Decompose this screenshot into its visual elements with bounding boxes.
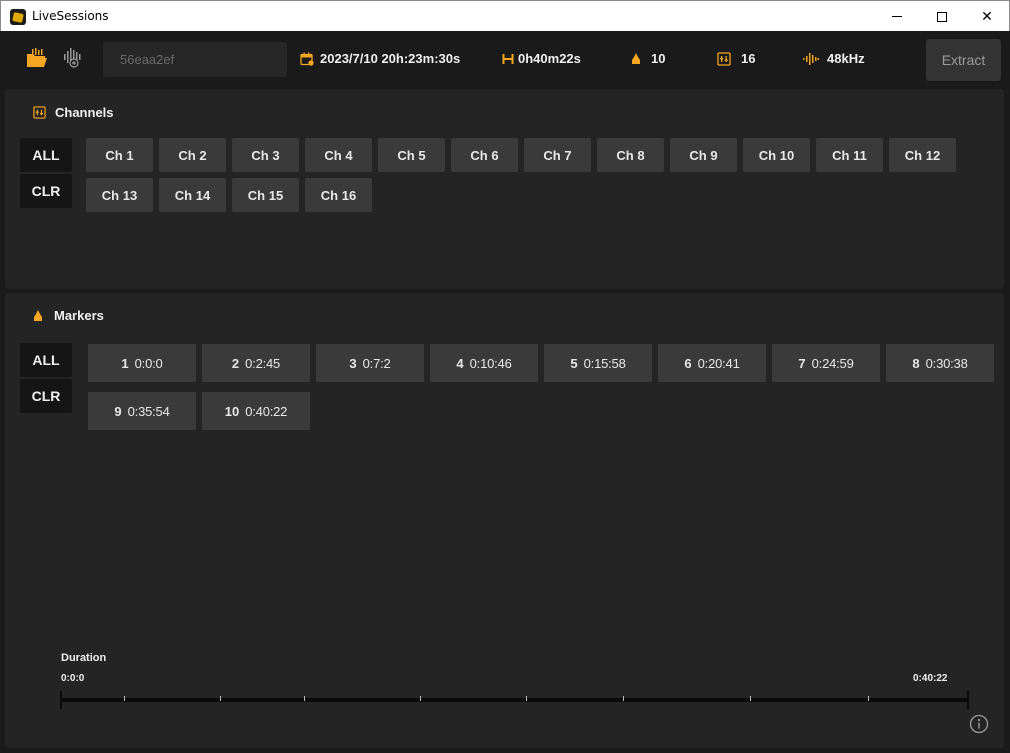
marker-button[interactable]: 7 0:24:59 xyxy=(772,344,880,382)
timeline-marker-tick xyxy=(750,696,751,701)
marker-button[interactable]: 10 0:40:22 xyxy=(202,392,310,430)
maximize-button[interactable] xyxy=(919,1,965,32)
timeline-label: Duration xyxy=(61,652,107,664)
channel-button[interactable]: Ch 11 xyxy=(816,138,883,172)
channel-button[interactable]: Ch 4 xyxy=(305,138,372,172)
timeline-start-time: 0:0:0 xyxy=(61,673,85,684)
channel-button[interactable]: Ch 12 xyxy=(889,138,956,172)
marker-time: 0:2:45 xyxy=(245,355,281,371)
timeline-start-cap xyxy=(60,691,62,709)
marker-icon xyxy=(33,309,43,322)
channel-button[interactable]: Ch 15 xyxy=(232,178,299,212)
markers-panel: Markers ALL CLR 1 0:0:0 2 0:2:45 3 0:7:2 4 0:10… xyxy=(5,293,1004,748)
channel-button[interactable]: Ch 8 xyxy=(597,138,664,172)
marker-number: 8 xyxy=(912,355,920,371)
marker-number: 6 xyxy=(684,355,692,371)
duration-icon xyxy=(502,53,514,65)
channel-button[interactable]: Ch 10 xyxy=(743,138,810,172)
marker-number: 5 xyxy=(570,355,578,371)
marker-time: 0:35:54 xyxy=(127,403,170,419)
marker-time: 0:10:46 xyxy=(469,355,512,371)
timeline-marker-tick xyxy=(868,696,869,701)
timeline-end-cap xyxy=(967,691,969,709)
markers-all-button[interactable]: ALL xyxy=(20,343,72,377)
session-date: 2023/7/10 20h:23m:30s xyxy=(300,51,460,66)
title-bar: LiveSessions ✕ xyxy=(0,0,1010,31)
timeline-marker-tick xyxy=(420,696,421,701)
close-icon: ✕ xyxy=(981,8,993,25)
open-folder-icon[interactable] xyxy=(26,48,48,73)
channel-button[interactable]: Ch 14 xyxy=(159,178,226,212)
marker-button[interactable]: 6 0:20:41 xyxy=(658,344,766,382)
calendar-icon xyxy=(300,52,314,66)
marker-button[interactable]: 8 0:30:38 xyxy=(886,344,994,382)
close-button[interactable]: ✕ xyxy=(964,1,1010,32)
channel-count: 16 xyxy=(717,51,755,66)
timeline-track[interactable] xyxy=(61,698,969,702)
channels-icon xyxy=(717,51,731,66)
window-title: LiveSessions xyxy=(32,9,109,23)
channels-header: Channels xyxy=(33,105,114,120)
channel-button[interactable]: Ch 5 xyxy=(378,138,445,172)
marker-time: 0:24:59 xyxy=(811,355,854,371)
channel-button[interactable]: Ch 6 xyxy=(451,138,518,172)
marker-number: 7 xyxy=(798,355,806,371)
timeline-marker-tick xyxy=(220,696,221,701)
info-icon[interactable] xyxy=(969,714,989,739)
marker-time: 0:40:22 xyxy=(245,403,288,419)
marker-number: 3 xyxy=(349,355,357,371)
marker-time: 0:20:41 xyxy=(697,355,740,371)
session-duration: 0h40m22s xyxy=(502,51,581,66)
channels-panel: Channels ALL CLR Ch 1 Ch 2 Ch 3 Ch 4 Ch 5 Ch … xyxy=(5,89,1004,289)
marker-icon xyxy=(631,52,641,65)
recording-wave-icon[interactable] xyxy=(63,47,85,74)
maximize-icon xyxy=(937,11,947,22)
markers-clear-button[interactable]: CLR xyxy=(20,379,72,413)
channel-button[interactable]: Ch 13 xyxy=(86,178,153,212)
minimize-button[interactable] xyxy=(874,1,920,32)
channel-button[interactable]: Ch 1 xyxy=(86,138,153,172)
channels-icon xyxy=(33,106,46,119)
channels-all-button[interactable]: ALL xyxy=(20,138,72,172)
marker-button[interactable]: 3 0:7:2 xyxy=(316,344,424,382)
marker-time: 0:7:2 xyxy=(362,355,391,371)
marker-button[interactable]: 2 0:2:45 xyxy=(202,344,310,382)
channel-button[interactable]: Ch 2 xyxy=(159,138,226,172)
timeline-marker-tick xyxy=(304,696,305,701)
marker-button[interactable]: 9 0:35:54 xyxy=(88,392,196,430)
marker-button[interactable]: 5 0:15:58 xyxy=(544,344,652,382)
marker-number: 1 xyxy=(121,355,129,371)
top-toolbar: 2023/7/10 20h:23m:30s 0h40m22s 10 16 48k… xyxy=(2,31,1008,87)
channels-clear-button[interactable]: CLR xyxy=(20,174,72,208)
timeline-marker-tick xyxy=(124,696,125,701)
app-logo-icon xyxy=(10,9,26,25)
session-id-field[interactable] xyxy=(103,42,287,77)
sample-rate-icon xyxy=(803,52,819,65)
extract-button[interactable]: Extract xyxy=(926,39,1001,81)
channel-button[interactable]: Ch 16 xyxy=(305,178,372,212)
marker-time: 0:30:38 xyxy=(925,355,968,371)
markers-header: Markers xyxy=(33,308,104,323)
timeline-marker-tick xyxy=(623,696,624,701)
channel-button[interactable]: Ch 9 xyxy=(670,138,737,172)
marker-button[interactable]: 4 0:10:46 xyxy=(430,344,538,382)
marker-button[interactable]: 1 0:0:0 xyxy=(88,344,196,382)
marker-count: 10 xyxy=(631,51,665,66)
channel-button[interactable]: Ch 7 xyxy=(524,138,591,172)
marker-number: 2 xyxy=(231,355,240,371)
marker-number: 10 xyxy=(224,403,240,419)
marker-number: 4 xyxy=(456,355,464,371)
channel-button[interactable]: Ch 3 xyxy=(232,138,299,172)
timeline-end-time: 0:40:22 xyxy=(913,673,948,684)
marker-time: 0:15:58 xyxy=(583,355,626,371)
marker-time: 0:0:0 xyxy=(134,355,163,371)
minimize-icon xyxy=(892,16,902,17)
timeline-marker-tick xyxy=(526,696,527,701)
marker-number: 9 xyxy=(114,403,122,419)
sample-rate: 48kHz xyxy=(803,51,865,66)
